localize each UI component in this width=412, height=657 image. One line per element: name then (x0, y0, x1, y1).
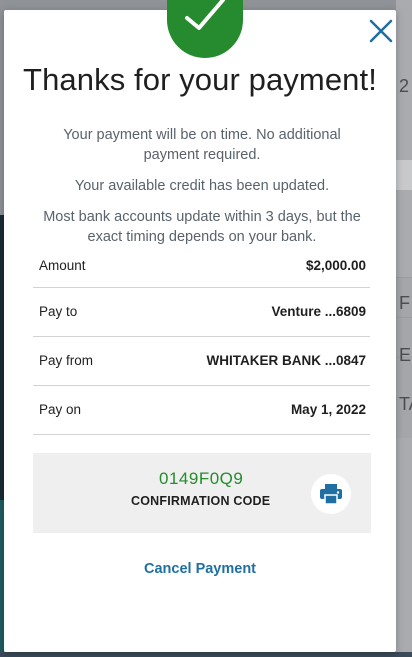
background-page-band (396, 160, 412, 190)
detail-value: Venture ...6809 (271, 304, 366, 319)
detail-value: WHITAKER BANK ...0847 (206, 353, 366, 368)
background-text: 2 (399, 76, 410, 96)
on-time-message: Your payment will be on time. No additio… (63, 127, 341, 163)
background-text: TA (399, 394, 412, 414)
detail-label: Amount (39, 258, 86, 273)
cancel-payment-link[interactable]: Cancel Payment (4, 561, 396, 577)
detail-value: $2,000.00 (305, 258, 366, 273)
bank-timing-message: Most bank accounts update within 3 days,… (43, 209, 361, 245)
close-icon (368, 19, 394, 48)
credit-updated-message: Your available credit has been updated. (74, 178, 330, 194)
detail-row-amount: Amount $2,000.00 (33, 245, 370, 288)
background-text: E (399, 345, 412, 365)
background-footer (0, 652, 412, 657)
detail-row-pay-on: Pay on May 1, 2022 (33, 386, 370, 435)
confirmation-box: 0149F0Q9 CONFIRMATION CODE (33, 453, 371, 533)
print-button[interactable] (311, 474, 351, 514)
success-badge (167, 0, 243, 58)
detail-label: Pay to (39, 304, 78, 319)
detail-label: Pay from (39, 353, 94, 368)
detail-row-pay-from: Pay from WHITAKER BANK ...0847 (33, 337, 370, 386)
close-button[interactable] (368, 18, 394, 44)
detail-row-pay-to: Pay to Venture ...6809 (33, 288, 370, 337)
modal-title: Thanks for your payment! (23, 62, 377, 97)
detail-value: May 1, 2022 (290, 402, 366, 417)
detail-label: Pay on (39, 402, 82, 417)
background-text: F (399, 293, 410, 313)
confirmation-code-label: CONFIRMATION CODE (131, 494, 271, 508)
confirmation-code: 0149F0Q9 (159, 469, 244, 488)
payment-confirmation-modal: Thanks for your payment! Your payment wi… (4, 0, 396, 652)
